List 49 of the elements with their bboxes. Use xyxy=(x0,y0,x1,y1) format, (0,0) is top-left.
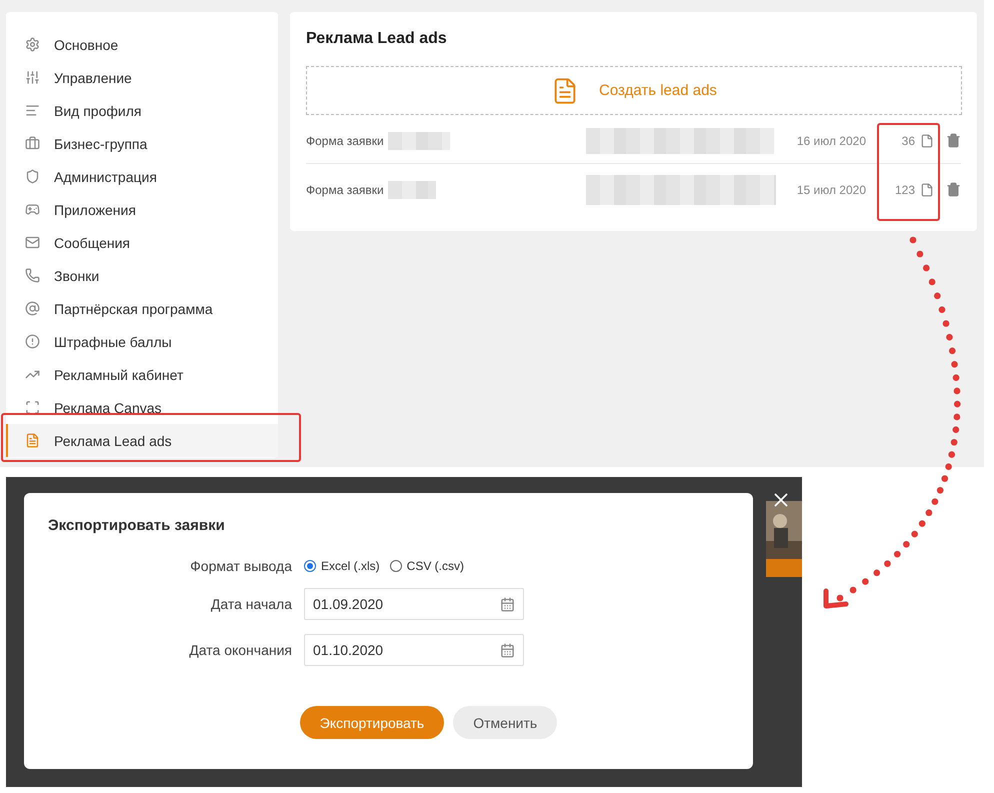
delete-button[interactable] xyxy=(946,133,961,148)
sidebar-item[interactable]: Сообщения xyxy=(6,226,278,259)
date-field[interactable]: 01.09.2020 xyxy=(304,588,524,620)
sidebar-item[interactable]: Партнёрская программа xyxy=(6,292,278,325)
envelope-icon xyxy=(25,235,40,250)
sidebar-item[interactable]: Приложения xyxy=(6,193,278,226)
delete-button[interactable] xyxy=(946,182,961,197)
field-label: Дата окончания xyxy=(188,642,292,658)
phone-icon xyxy=(25,268,40,283)
sidebar-item[interactable]: Реклама Canvas xyxy=(6,391,278,424)
form-date: 15 июл 2020 xyxy=(796,182,866,196)
form-date: 16 июл 2020 xyxy=(796,134,866,148)
file-icon xyxy=(920,182,934,196)
frame-icon xyxy=(25,400,40,415)
sliders-icon xyxy=(25,70,40,85)
leads-count-button[interactable]: 123 xyxy=(884,182,934,196)
document-icon xyxy=(25,433,40,448)
format-radio[interactable]: CSV (.csv) xyxy=(390,559,464,573)
sidebar-item[interactable]: Управление xyxy=(6,61,278,94)
sidebar-item[interactable]: Звонки xyxy=(6,259,278,292)
sidebar-item[interactable]: Штрафные баллы xyxy=(6,325,278,358)
gamepad-icon xyxy=(25,202,40,217)
dialog-title: Экспортировать заявки xyxy=(48,517,226,534)
field-label: Дата начала xyxy=(210,596,292,612)
at-sign-icon xyxy=(25,301,40,316)
sidebar-item[interactable]: Рекламный кабинет xyxy=(6,358,278,391)
sidebar-item[interactable]: Основное xyxy=(6,28,278,61)
shield-icon xyxy=(25,169,40,184)
sidebar-item[interactable]: Администрация xyxy=(6,160,278,193)
cancel-button[interactable]: Отменить xyxy=(453,706,558,739)
file-icon xyxy=(920,134,934,148)
lines-icon xyxy=(25,103,40,118)
sidebar-item[interactable]: Вид профиля xyxy=(6,94,278,127)
redacted-block xyxy=(388,180,436,198)
date-field[interactable]: 01.10.2020 xyxy=(304,634,524,666)
sidebar-item[interactable]: Реклама Lead ads xyxy=(6,424,278,457)
briefcase-icon xyxy=(25,136,40,151)
form-name: Форма заявки xyxy=(306,182,384,196)
redacted-block xyxy=(388,132,450,150)
exclamation-icon xyxy=(25,334,40,349)
panel-title: Реклама Lead ads xyxy=(306,30,448,48)
gear-icon xyxy=(25,37,40,52)
calendar-icon xyxy=(500,642,515,658)
calendar-icon xyxy=(500,596,515,612)
sidebar-item[interactable]: Бизнес-группа xyxy=(6,127,278,160)
field-label: Формат вывода xyxy=(189,558,292,574)
leads-count-button[interactable]: 36 xyxy=(884,134,934,148)
form-name: Форма заявки xyxy=(306,134,384,148)
format-radio[interactable]: Excel (.xls) xyxy=(304,559,380,573)
